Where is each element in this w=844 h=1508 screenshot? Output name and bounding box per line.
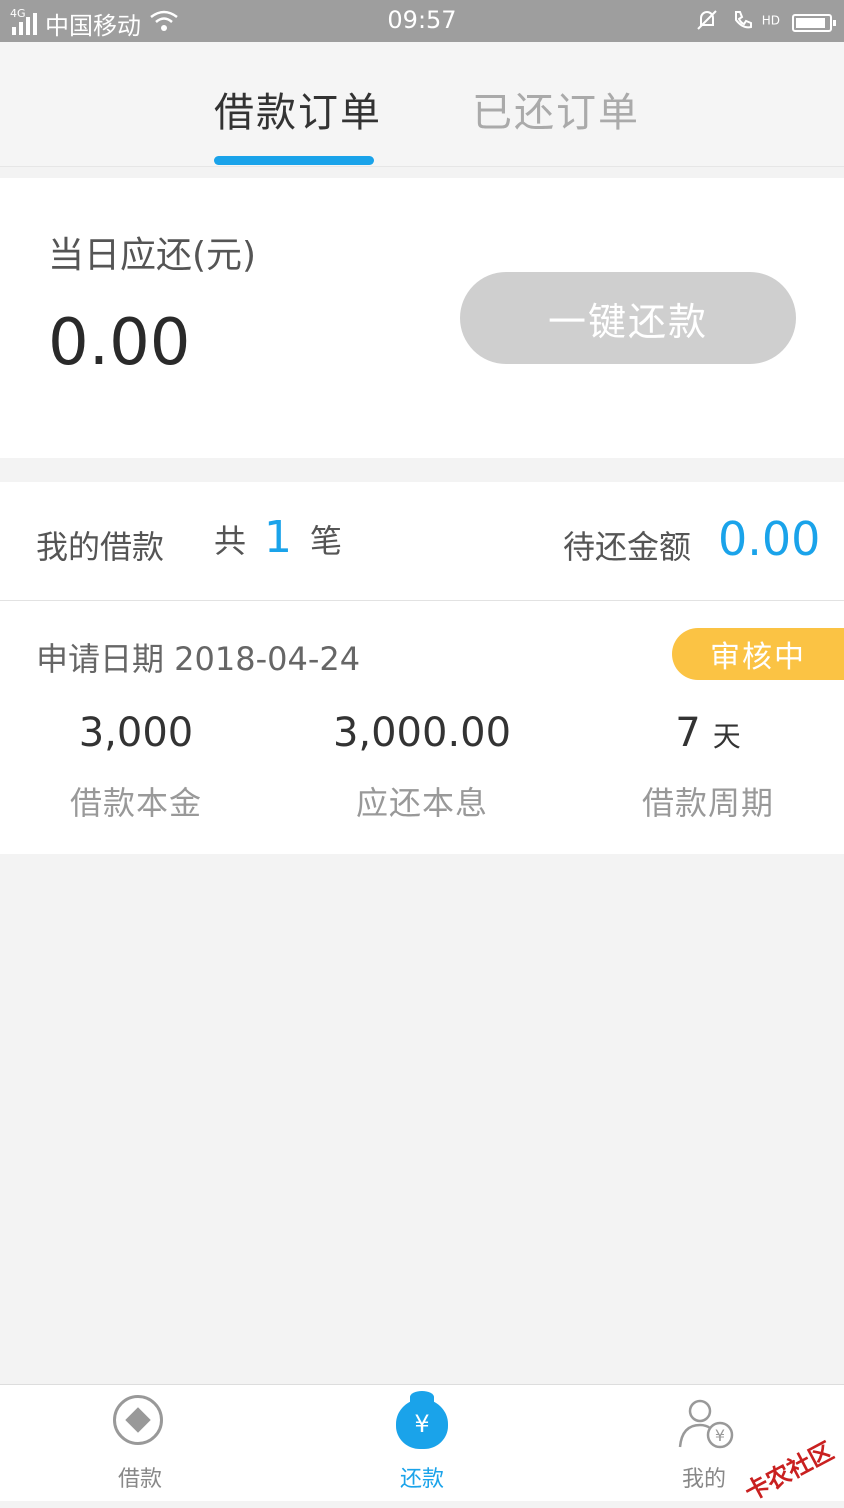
period-unit: 天 [712,720,741,753]
money-bag-icon: ¥ [396,1391,448,1449]
due-today-label: 当日应还(元) [48,235,257,276]
one-click-repay-button[interactable]: 一键还款 [460,272,796,364]
hd-label: HD [761,13,780,28]
period-value: 7 [675,710,701,756]
principal-stat: 3,000 借款本金 [0,710,276,824]
count-suffix: 笔 [310,522,343,560]
period-label: 借款周期 [641,784,774,822]
period-stat: 7天 借款周期 [568,710,844,824]
nav-repay-label: 还款 [399,1467,444,1492]
tab-loan-orders[interactable]: 借款订单 [214,80,382,138]
active-tab-indicator [214,156,374,165]
user-yen-icon: ¥ [676,1395,736,1455]
tab-repaid-orders[interactable]: 已还订单 [472,80,640,138]
status-bar: 4G 中国移动 09:57 HD [0,0,844,42]
battery-icon [792,13,836,32]
repay-value: 3,000.00 [332,710,512,756]
repay-label: 应还本息 [355,784,488,822]
order-tabs: 借款订单 已还订单 [0,42,844,167]
count-number: 1 [264,512,293,563]
bell-mute-icon [695,8,719,37]
loans-summary: 我的借款 共 1 笔 待还金额 0.00 [0,482,844,601]
pending-amount-label: 待还金额 [563,528,692,566]
loan-count: 共 1 笔 [214,512,342,563]
principal-value: 3,000 [78,710,194,756]
diamond-circle-icon [113,1395,163,1445]
due-today-card: 当日应还(元) 0.00 一键还款 [0,178,844,458]
nav-repay[interactable]: ¥ 还款 [352,1385,492,1501]
principal-label: 借款本金 [69,784,202,822]
my-loans-title: 我的借款 [36,528,165,566]
my-loans-card: 我的借款 共 1 笔 待还金额 0.00 申请日期 2018-04-24 审核中… [0,482,844,854]
repay-stat: 3,000.00 应还本息 [282,710,562,824]
pending-amount-value: 0.00 [718,512,821,566]
nav-loan[interactable]: 借款 [70,1385,210,1501]
nav-loan-label: 借款 [117,1467,162,1492]
due-today-amount: 0.00 [48,306,191,380]
hd-call-icon: HD [731,8,780,37]
apply-date: 申请日期 2018-04-24 [36,640,361,678]
bottom-nav: 借款 ¥ 还款 ¥ 我的 卡农社区 [0,1384,844,1507]
svg-text:¥: ¥ [715,1426,725,1445]
status-icons: HD [695,8,836,37]
count-prefix: 共 [214,522,247,560]
period-value-group: 7天 [568,710,844,756]
status-badge: 审核中 [672,628,844,680]
